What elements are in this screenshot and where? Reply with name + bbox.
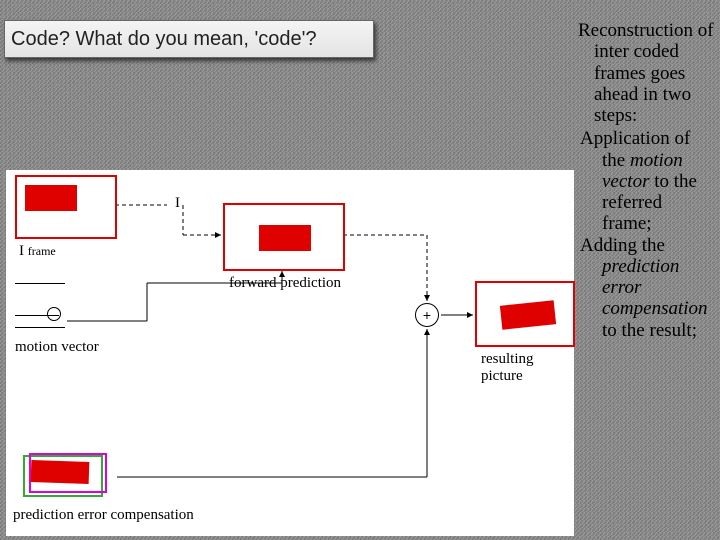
resulting-picture-label: resulting picture bbox=[481, 351, 573, 385]
iframe-caption: I frame bbox=[19, 243, 56, 260]
iframe-chip bbox=[25, 185, 77, 211]
pec-label: prediction error compensation bbox=[13, 507, 194, 524]
resulting-picture-box bbox=[475, 281, 575, 347]
diagram-canvas: I frame I forward prediction motion vect… bbox=[6, 170, 574, 536]
right-bullet-2: Adding the prediction error compensation… bbox=[602, 235, 716, 341]
right-text-column: Reconstruction of inter coded frames goe… bbox=[562, 20, 716, 341]
plus-icon: + bbox=[423, 307, 431, 323]
pec-chip bbox=[31, 460, 90, 484]
right-intro: Reconstruction of inter coded frames goe… bbox=[594, 20, 716, 126]
forward-prediction-box bbox=[223, 203, 345, 271]
motion-vector-label: motion vector bbox=[15, 339, 99, 356]
i-glyph: I bbox=[175, 195, 180, 212]
adder-node: + bbox=[415, 303, 439, 327]
forward-prediction-chip bbox=[259, 225, 311, 251]
motion-vector-underline-2 bbox=[15, 327, 65, 328]
forward-prediction-label: forward prediction bbox=[229, 275, 341, 292]
slide-title: Code? What do you mean, 'code'? bbox=[11, 28, 317, 51]
pec-box bbox=[23, 455, 103, 497]
motion-vector-underline-1 bbox=[15, 283, 65, 284]
motion-vector-glyph bbox=[15, 315, 59, 316]
right-bullet-1: Application of the motion vector to the … bbox=[602, 128, 716, 234]
slide-title-box: Code? What do you mean, 'code'? bbox=[4, 20, 374, 58]
resulting-picture-chip bbox=[500, 300, 556, 330]
iframe-box bbox=[15, 175, 117, 239]
